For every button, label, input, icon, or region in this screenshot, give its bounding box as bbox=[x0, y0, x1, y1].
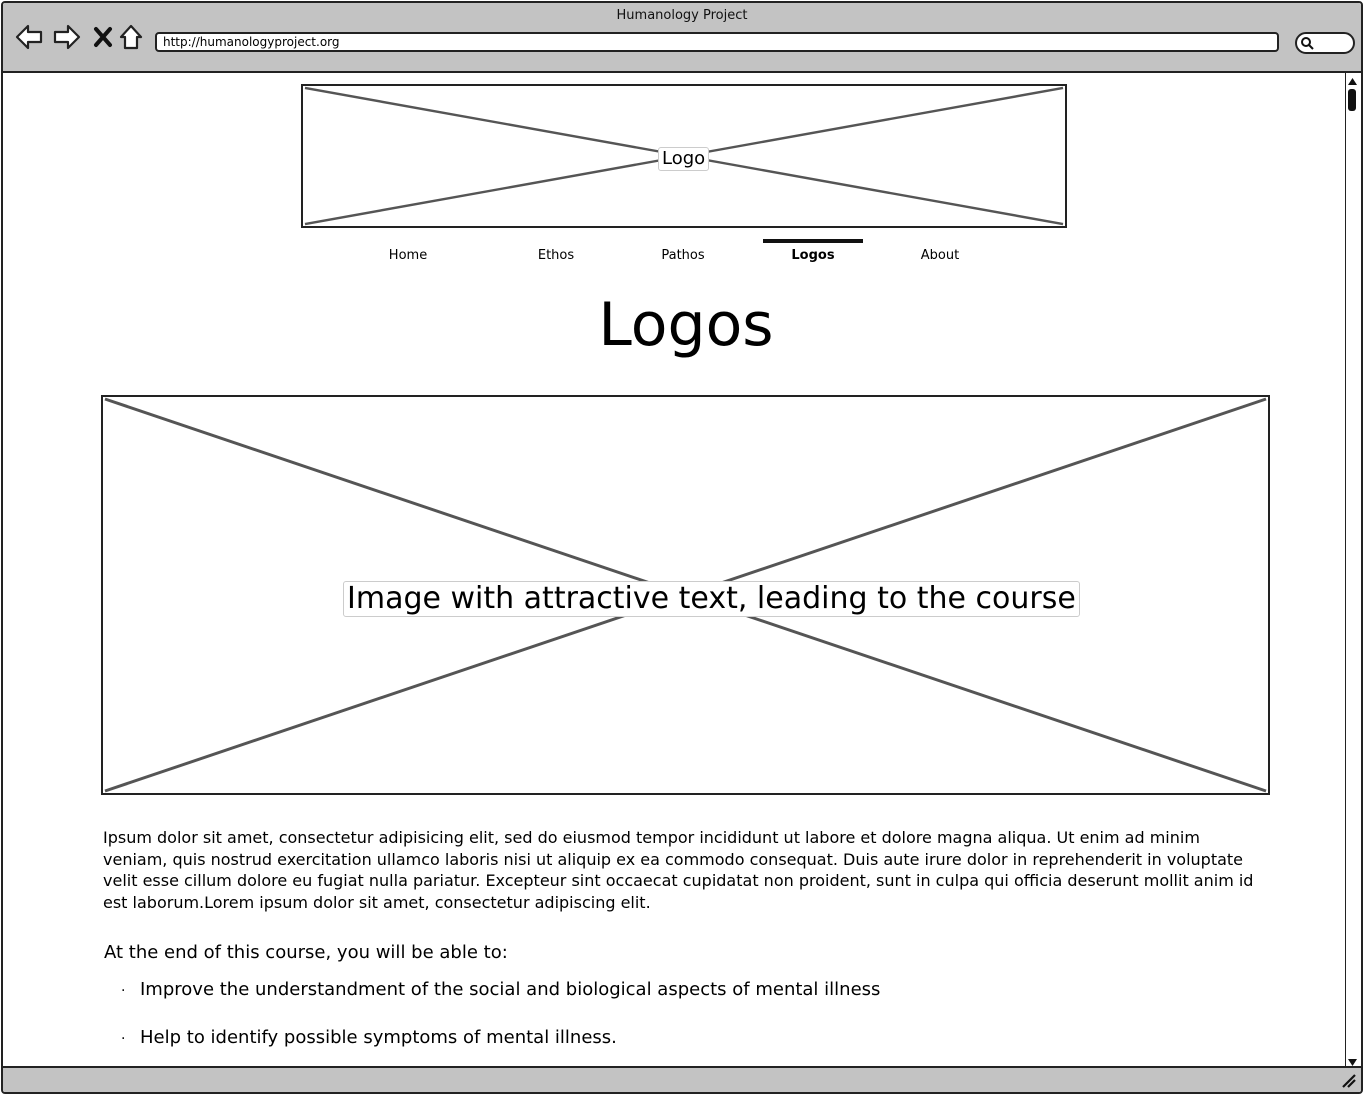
nav-ethos[interactable]: Ethos bbox=[501, 239, 611, 267]
vertical-scrollbar[interactable] bbox=[1345, 73, 1359, 1070]
browser-toolbar: Humanology Project http://humanologyproj… bbox=[3, 3, 1361, 73]
browser-window: Humanology Project http://humanologyproj… bbox=[1, 1, 1363, 1094]
logo-image[interactable]: Logo bbox=[301, 84, 1067, 228]
forward-arrow-icon[interactable] bbox=[53, 23, 81, 51]
scrollbar-thumb[interactable] bbox=[1348, 89, 1356, 111]
outcome-text: Improve the understandment of the social… bbox=[140, 979, 881, 1000]
browser-search-input[interactable] bbox=[1295, 32, 1355, 54]
home-icon[interactable] bbox=[117, 23, 145, 51]
back-arrow-icon[interactable] bbox=[15, 23, 43, 51]
close-icon[interactable] bbox=[89, 23, 117, 51]
nav-logos[interactable]: Logos bbox=[763, 239, 863, 267]
hero-image[interactable]: Image with attractive text, leading to t… bbox=[101, 395, 1270, 795]
window-title: Humanology Project bbox=[616, 8, 748, 23]
scroll-up-icon[interactable] bbox=[1346, 75, 1359, 87]
page-title: Logos bbox=[598, 290, 774, 360]
intro-paragraph: Ipsum dolor sit amet, consectetur adipis… bbox=[103, 828, 1254, 912]
page-content: Logo Home Ethos Pathos Logos About Logos… bbox=[3, 73, 1343, 1070]
bullet-icon: · bbox=[121, 983, 126, 999]
search-icon bbox=[1301, 37, 1314, 50]
resize-grip-icon[interactable] bbox=[1339, 1071, 1357, 1089]
nav-pathos[interactable]: Pathos bbox=[628, 239, 738, 267]
main-nav: Home Ethos Pathos Logos About bbox=[343, 239, 1003, 267]
course-intro-text: At the end of this course, you will be a… bbox=[104, 942, 508, 963]
list-item: · Improve the understandment of the soci… bbox=[121, 979, 880, 1027]
nav-about[interactable]: About bbox=[885, 239, 995, 267]
outcomes-list: · Improve the understandment of the soci… bbox=[121, 979, 880, 1070]
logo-label: Logo bbox=[658, 147, 710, 171]
status-bar bbox=[3, 1066, 1361, 1092]
list-item: · Help to identify possible symptoms of … bbox=[121, 1027, 880, 1070]
nav-home[interactable]: Home bbox=[353, 239, 463, 267]
hero-image-label: Image with attractive text, leading to t… bbox=[343, 581, 1080, 617]
bullet-icon: · bbox=[121, 1031, 126, 1047]
url-input[interactable]: http://humanologyproject.org bbox=[155, 32, 1279, 52]
outcome-text: Help to identify possible symptoms of me… bbox=[140, 1027, 617, 1048]
